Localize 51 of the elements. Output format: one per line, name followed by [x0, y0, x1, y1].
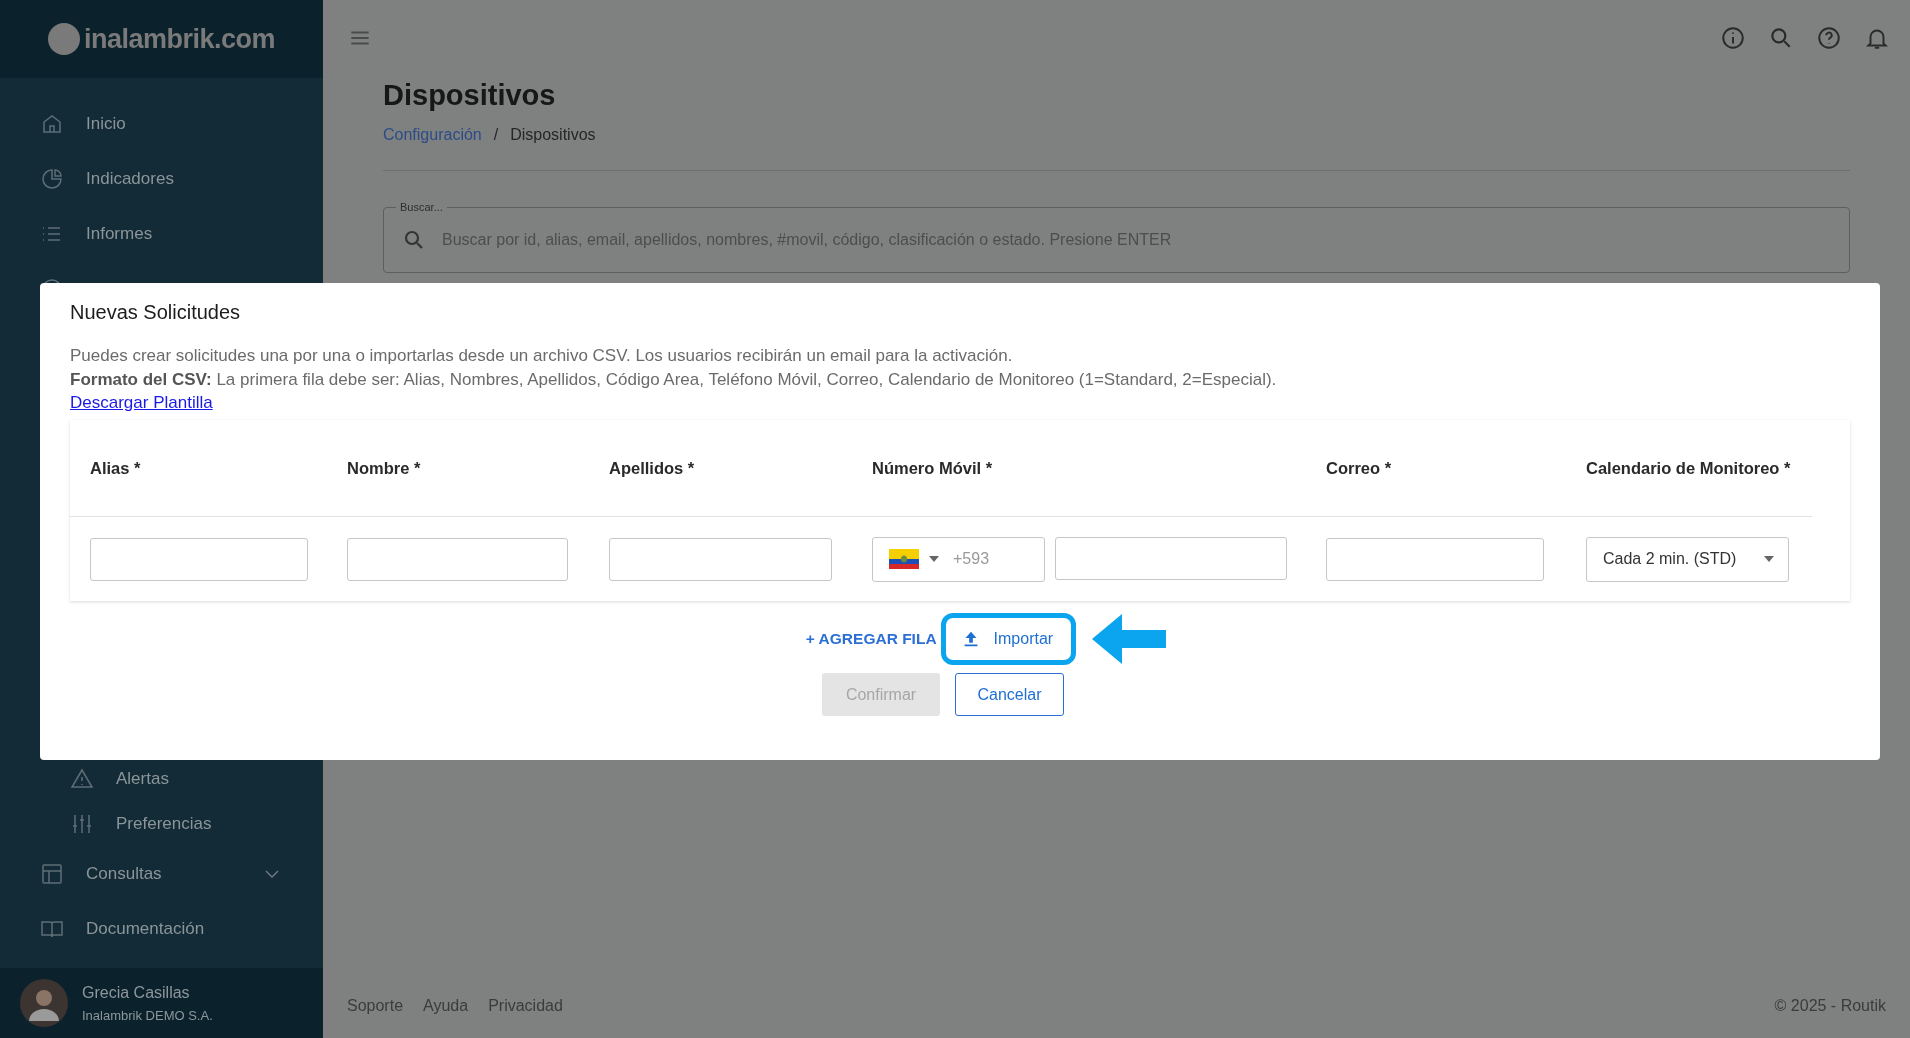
pie-chart-icon	[40, 166, 64, 191]
caret-icon	[1764, 556, 1774, 562]
help-icon[interactable]	[1816, 24, 1842, 51]
avatar	[20, 979, 68, 1027]
chevron-down-icon	[265, 869, 279, 878]
page-title: Dispositivos	[383, 79, 557, 112]
add-row-button[interactable]: + AGREGAR FILA	[805, 630, 937, 648]
column-header: Calendario de Monitoreo *	[1586, 457, 1791, 479]
nav-item[interactable]: Documentación	[0, 901, 323, 956]
user-name: Grecia Casillas	[82, 983, 191, 1002]
nav-item[interactable]: Alertas	[0, 756, 323, 801]
download-template-link[interactable]: Descargar Plantilla	[70, 392, 213, 414]
flag-icon	[889, 549, 919, 569]
phone-number-field[interactable]	[1055, 536, 1287, 580]
column-header: Alias *	[90, 458, 141, 478]
nav-item[interactable]: Informes	[0, 206, 323, 261]
breadcrumb-item: Dispositivos	[510, 126, 596, 144]
input-field[interactable]	[90, 537, 308, 581]
column-header: Correo *	[1326, 458, 1392, 478]
input-field[interactable]	[347, 537, 568, 581]
column-header: Nombre *	[347, 458, 421, 478]
company-name: Inalambrik DEMO S.A.	[82, 1007, 213, 1023]
caret-icon	[929, 556, 939, 562]
copyright: © 2025 - Routik	[1774, 997, 1886, 1015]
country-code-field[interactable]: +593	[872, 536, 1045, 582]
logo: inalambrik.com	[83, 23, 276, 55]
import-button[interactable]: Importar	[940, 613, 1077, 665]
cancel-button[interactable]: Cancelar	[955, 673, 1064, 716]
user-panel[interactable]: Grecia Casillas Inalambrik DEMO S.A.	[0, 968, 323, 1038]
description: Puedes crear solicitudes una por una o importarlas desde un archivo CSV. Los usuarios recibirán un email para la activación.	[70, 345, 1014, 367]
nav-item[interactable]: Consultas	[0, 846, 323, 901]
table-icon	[40, 861, 64, 886]
breadcrumb-separator: /	[493, 126, 499, 144]
column-header: Apellidos *	[609, 458, 695, 478]
field-label: Buscar...	[399, 201, 444, 213]
warning-icon	[70, 766, 94, 791]
dialog-title: Nuevas Solicitudes	[70, 301, 242, 324]
input-field[interactable]	[609, 537, 832, 581]
arrow-icon	[1092, 614, 1167, 664]
footer-link[interactable]: Soporte	[347, 997, 404, 1015]
logo-mark-icon	[47, 23, 80, 55]
nav-item[interactable]: Preferencias	[0, 801, 323, 846]
input-field[interactable]	[1326, 537, 1544, 581]
nav-item[interactable]: Indicadores	[0, 151, 323, 206]
schedule-dropdown[interactable]: Cada 2 min. (STD)	[1586, 536, 1789, 582]
footer-link[interactable]: Privacidad	[488, 997, 563, 1015]
column-header: Número Móvil *	[872, 458, 993, 478]
csv-format-note: Formato del CSV: La primera fila debe ser: Alias, Nombres, Apellidos, Código Area, Teléfono Móvil, Correo, Calendario de Monitoreo (1=Standard, 2=Especial).	[70, 369, 1278, 391]
footer-link[interactable]: Ayuda	[423, 997, 469, 1015]
info-icon[interactable]	[1720, 24, 1746, 51]
nav-item[interactable]: Inicio	[0, 96, 323, 151]
